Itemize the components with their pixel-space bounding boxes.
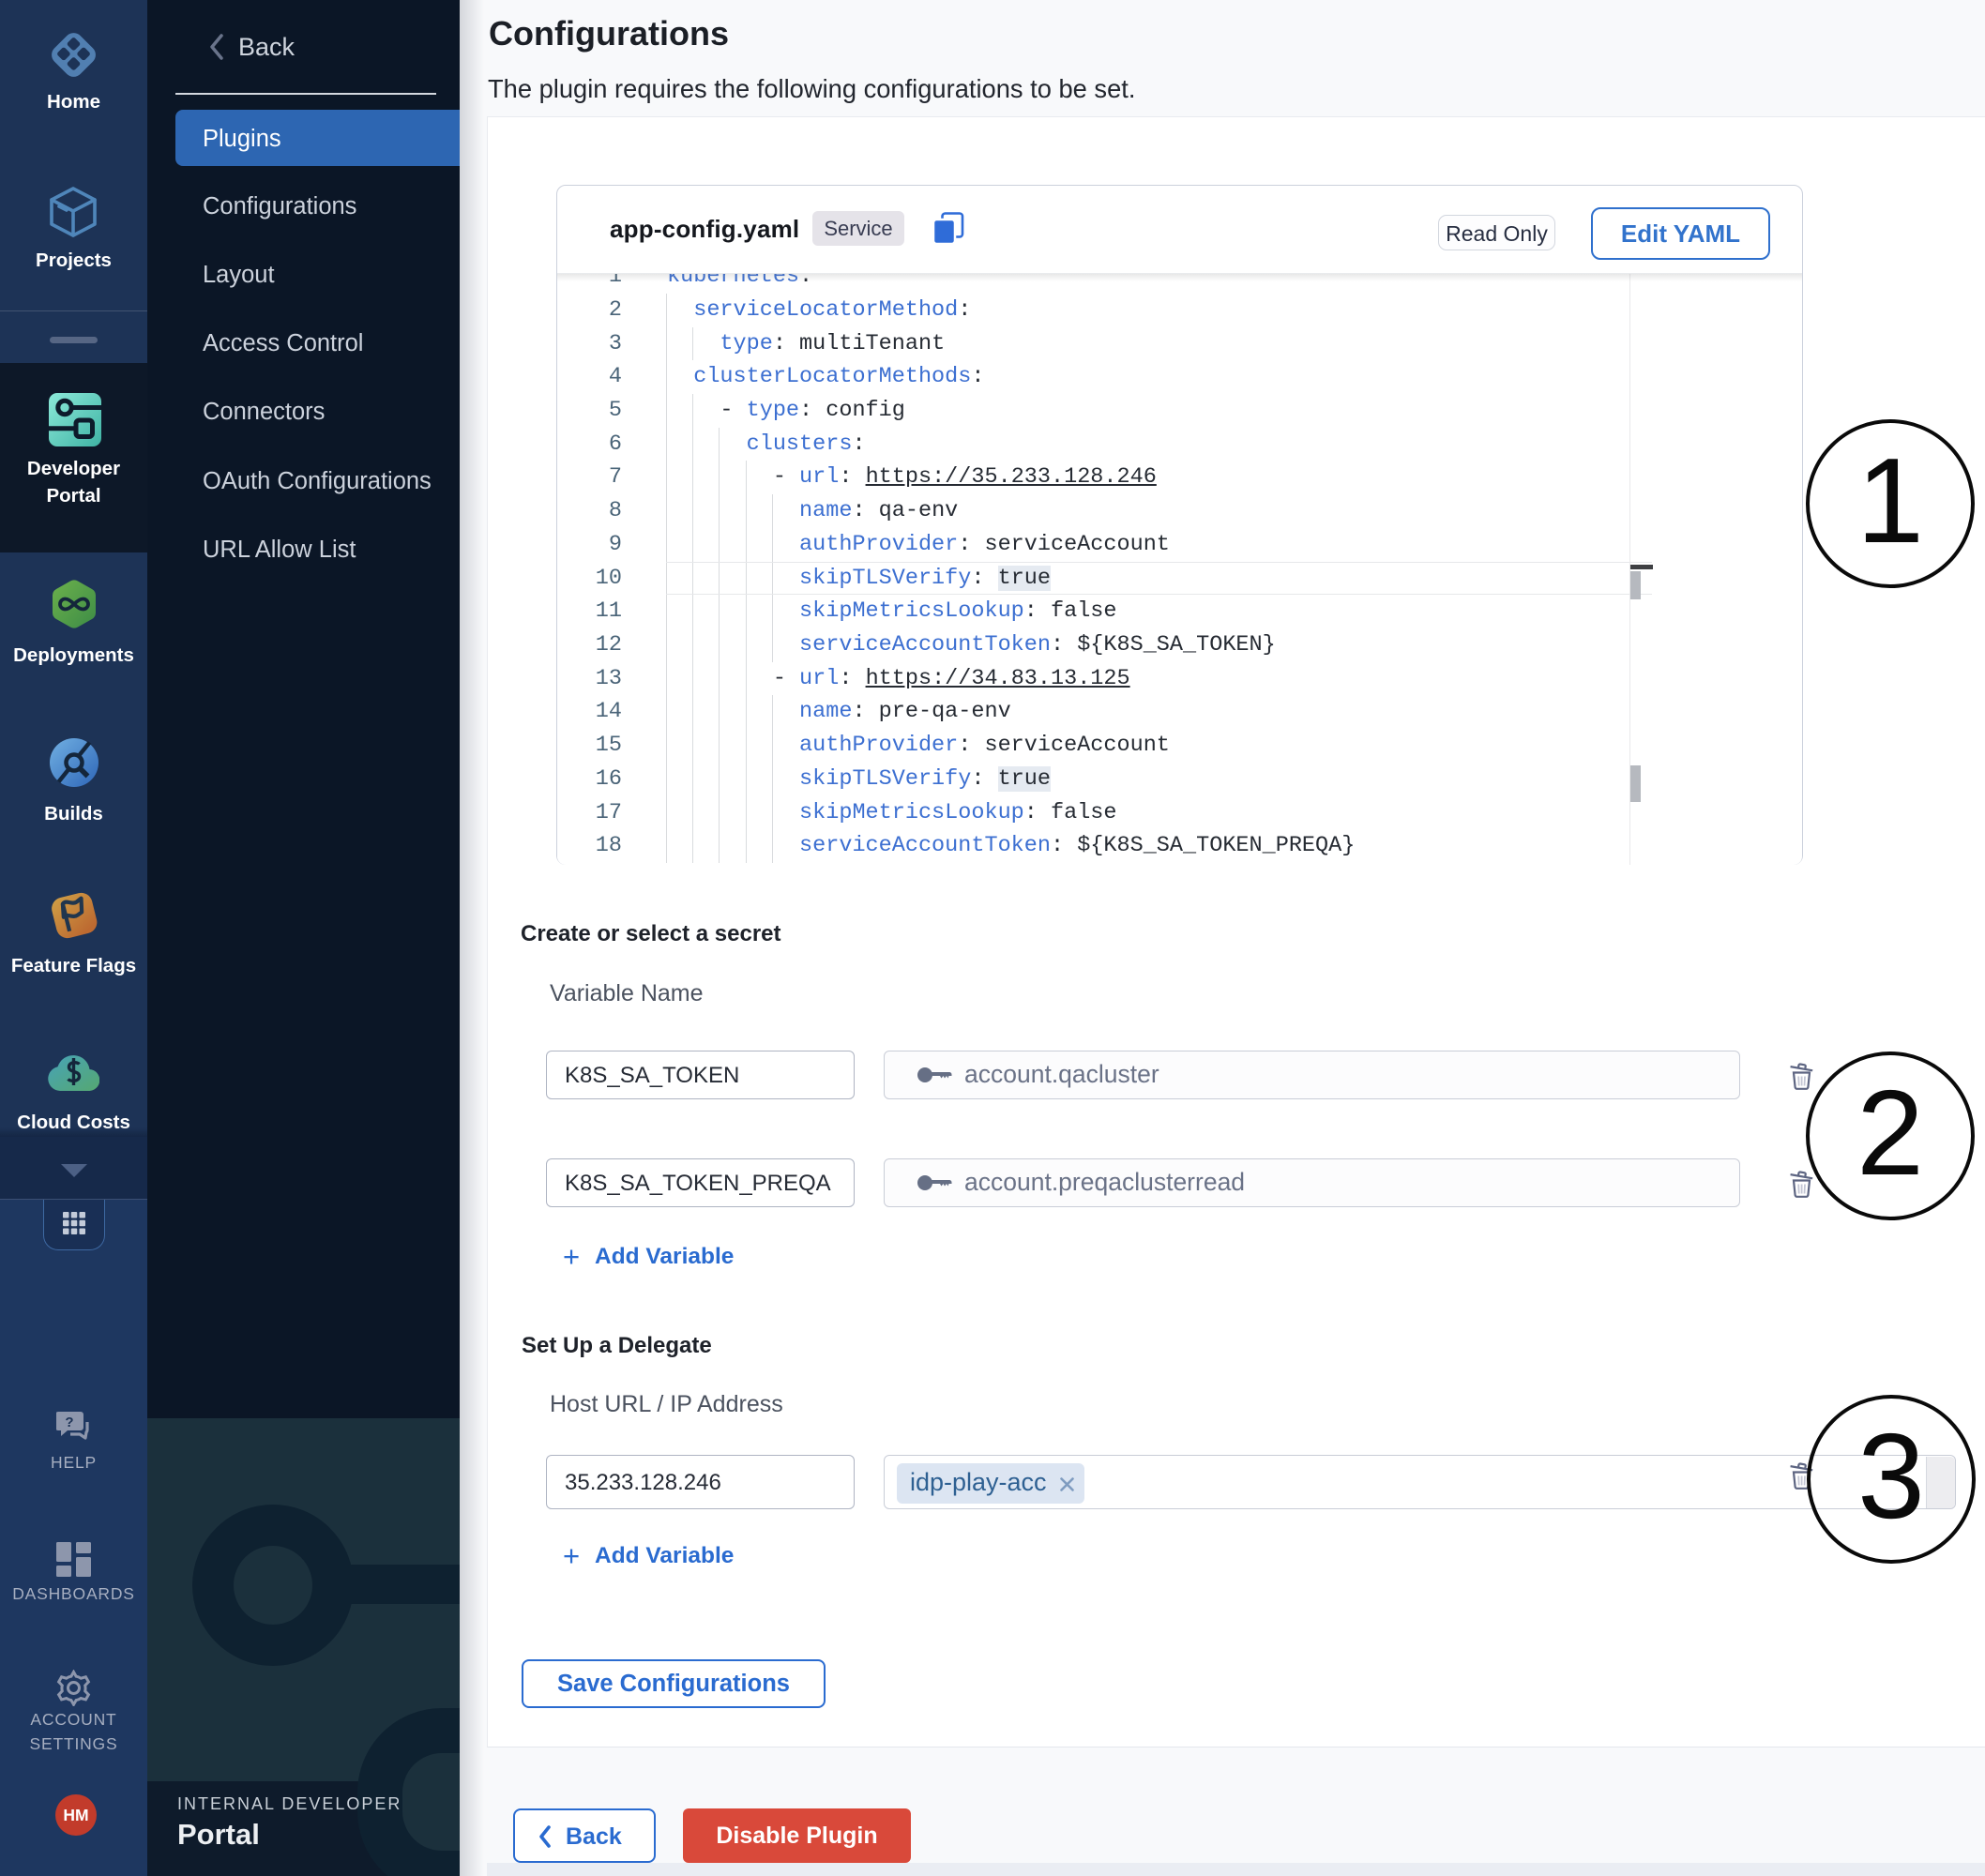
svg-text:?: ? — [65, 1415, 73, 1430]
